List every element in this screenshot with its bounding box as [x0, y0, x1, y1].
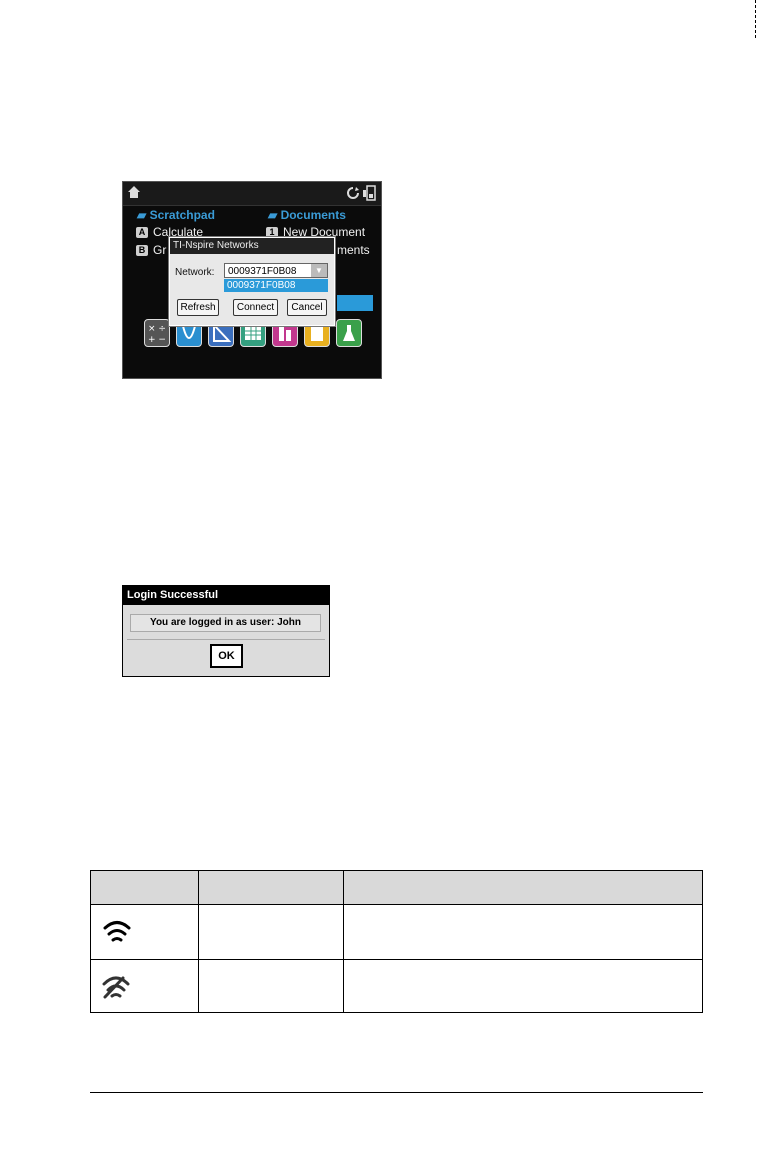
network-dropdown-option[interactable]: 0009371F0B08 — [224, 279, 328, 292]
footer-rule — [90, 1092, 703, 1093]
scratchpad-icon: ▰ — [137, 208, 150, 222]
menu-item-graphs[interactable]: B Gr — [136, 243, 166, 257]
table-row — [91, 905, 702, 959]
network-select-value: 0009371F0B08 — [228, 266, 297, 277]
handheld-home-screen: ▰ Scratchpad ▰ Documents A Calculate B Gr … — [122, 181, 382, 379]
dialog-divider — [127, 639, 325, 640]
refresh-button[interactable]: Refresh — [177, 299, 219, 316]
network-select[interactable]: 0009371F0B08 ▼ — [224, 263, 328, 278]
login-message: You are logged in as user: John — [150, 617, 301, 628]
home-icon[interactable] — [127, 185, 141, 199]
calculator-icon[interactable]: × ÷ + − — [144, 319, 170, 347]
documents-heading[interactable]: ▰ Documents — [268, 208, 346, 222]
login-successful-dialog: Login Successful You are logged in as us… — [122, 585, 330, 677]
key-badge: A — [136, 227, 148, 238]
selection-highlight — [337, 295, 373, 311]
status-icon-table — [90, 870, 703, 1013]
table-row — [91, 960, 702, 1012]
wireless-connected-icon — [103, 921, 131, 942]
page-cut-line — [755, 0, 757, 38]
network-label: Network: — [175, 267, 215, 278]
login-dialog-title: Login Successful — [123, 586, 329, 605]
scratchpad-heading[interactable]: ▰ Scratchpad — [137, 208, 215, 222]
networks-dialog: TI-Nspire Networks Network: 0009371F0B08… — [169, 237, 335, 326]
cancel-button[interactable]: Cancel — [287, 299, 327, 316]
login-message-box: You are logged in as user: John — [130, 614, 321, 632]
connect-button[interactable]: Connect — [233, 299, 278, 316]
documents-icon: ▰ — [268, 208, 281, 222]
wireless-disconnected-icon — [102, 976, 130, 999]
wireless-status-icon — [363, 185, 376, 201]
home-top-bar — [123, 182, 381, 206]
table-header-row — [91, 871, 702, 905]
ok-button[interactable]: OK — [210, 644, 243, 668]
svg-text:+ −: + − — [148, 335, 166, 345]
vernier-dataquest-icon[interactable] — [336, 319, 362, 347]
networks-dialog-title: TI-Nspire Networks — [170, 238, 334, 254]
chevron-down-icon[interactable]: ▼ — [311, 264, 327, 277]
menu-item-my-documents[interactable]: ments — [337, 243, 370, 257]
key-badge: B — [136, 245, 148, 256]
refresh-icon — [347, 187, 359, 199]
svg-text:× ÷: × ÷ — [148, 324, 166, 334]
